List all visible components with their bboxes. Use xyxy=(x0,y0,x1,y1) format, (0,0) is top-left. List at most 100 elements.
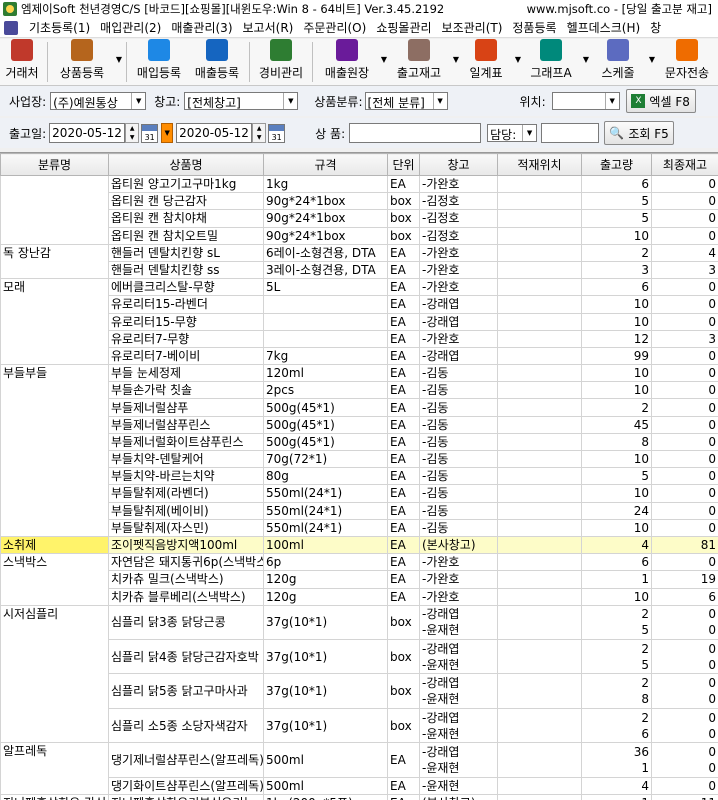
table-row[interactable]: 부들제너럴화이트샴푸린스 500g(45*1) EA -김동 8 0 xyxy=(1,432,718,452)
table-row[interactable]: 부들치약-바르는치약 80g EA -김동 5 0 xyxy=(1,467,718,486)
table-row[interactable]: 심플리 닭4종 닭당근감자호박 37g(10*1) box -강래엽 -윤재현 2 5 0 0 xyxy=(1,639,718,675)
menu-item-3[interactable]: 보고서(R) xyxy=(238,19,299,36)
menu-item-2[interactable]: 매출관리(3) xyxy=(166,19,237,36)
column-header-7[interactable]: 최종재고 xyxy=(651,153,718,176)
menu-item-1[interactable]: 매입관리(2) xyxy=(95,19,166,36)
toolbar-button-graph[interactable]: 그래프A ▼ xyxy=(522,39,589,85)
cell-상품명: 심플리 닭4종 닭당근감자호박 xyxy=(108,639,264,675)
table-row[interactable]: 유로리터15-무향 EA -강래엽 10 0 xyxy=(1,312,718,331)
cell-최종재고: 0 xyxy=(651,295,718,314)
dropdown-arrow-icon[interactable]: ▼ xyxy=(381,55,387,64)
chevron-down-icon[interactable]: ▼ xyxy=(283,93,298,109)
menu-item-0[interactable]: 기초등록(1) xyxy=(24,19,95,36)
date-to-input[interactable]: 2020-05-12 xyxy=(176,123,253,143)
chevron-down-icon[interactable]: ▼ xyxy=(131,93,146,109)
menu-item-5[interactable]: 쇼핑몰관리 xyxy=(371,19,436,36)
table-row[interactable]: 부들탈취제(라벤더) 550ml(24*1) EA -김동 10 0 xyxy=(1,484,718,503)
column-header-3[interactable]: 단위 xyxy=(387,153,420,176)
warehouse-select[interactable]: [전체창고] ▼ xyxy=(184,92,299,110)
table-row[interactable]: 부들제너럴샴푸린스 500g(45*1) EA -김동 45 0 xyxy=(1,415,718,434)
dropdown-arrow-icon[interactable]: ▼ xyxy=(453,55,459,64)
dropdown-arrow-icon[interactable]: ▼ xyxy=(583,55,589,64)
product-input[interactable] xyxy=(349,123,482,143)
table-row[interactable]: 독 장난감 핸들러 덴탈치킨향 sL 6레이-소형견용, DTA EA -가완호 2 4 xyxy=(0,243,718,280)
table-row[interactable]: 유로리터7-무향 EA -가완호 12 3 xyxy=(1,329,718,348)
toolbar-button-expense[interactable]: 경비관리 xyxy=(253,39,309,85)
cell-단위: EA xyxy=(387,312,420,331)
manager-input[interactable] xyxy=(541,123,600,143)
toolbar-button-daily-report[interactable]: 일계표 ▼ xyxy=(460,39,521,85)
dropdown-arrow-icon[interactable]: ▼ xyxy=(649,55,655,64)
table-row[interactable]: 스낵박스 자연담은 돼지통귀6p(스낵박스) 6p EA -가완호 6 0 xyxy=(0,553,718,606)
table-row[interactable]: 모래 에버클크리스탈-무향 5L EA -가완호 6 0 xyxy=(0,278,718,366)
column-header-6[interactable]: 출고량 xyxy=(581,153,652,176)
data-grid[interactable]: 분류명 상품명 규격 단위 창고 적재위치 출고량 최종재고 옵티원 양고기고구마1kg 1kg… xyxy=(0,152,718,800)
toolbar-button-purchase[interactable]: 매입등록 xyxy=(130,39,188,85)
table-row[interactable]: 옵티원 캔 참치오트밀 90g*24*1box box -김정호 10 0 xyxy=(1,226,718,245)
toolbar-button-product-box[interactable]: 상품등록 ▼ xyxy=(51,39,122,85)
table-row[interactable]: 댕기화이트샴푸린스(알프레독) 500ml EA -윤재현 4 0 xyxy=(1,776,718,795)
table-row[interactable]: 옵티원 캔 당근감자 90g*24*1box box -김정호 5 0 xyxy=(1,192,718,211)
column-header-4[interactable]: 창고 xyxy=(419,153,498,176)
date-from-input[interactable]: 2020-05-12 xyxy=(49,123,126,143)
table-row[interactable]: 옵티원 양고기고구마1kg 1kg EA -가완호 6 0 xyxy=(0,174,718,245)
table-row[interactable]: 소취제 조이펫직음방지액100ml 100ml EA (본사창고) 4 81 xyxy=(0,535,718,555)
column-header-2[interactable]: 규격 xyxy=(263,153,388,176)
table-row[interactable]: 부들치약-덴탈케어 70g(72*1) EA -김동 10 0 xyxy=(1,449,718,469)
date-to-spinner[interactable]: ▲ ▼ xyxy=(252,123,267,143)
calendar-icon[interactable]: 31 xyxy=(141,123,159,143)
table-row[interactable]: 부들탈취제(베이비) 550ml(24*1) EA -김동 24 0 xyxy=(1,501,718,520)
menu-item-6[interactable]: 보조관리(T) xyxy=(437,19,508,36)
table-row[interactable]: 시저심플리 심플리 닭3종 닭당근콩 37g(10*1) box -강래엽 -윤재현 2 5 0… xyxy=(0,604,718,744)
toolbar-button-schedule[interactable]: 스케줄 ▼ xyxy=(590,39,655,85)
table-row[interactable]: 부들탈취제(자스민) 550ml(24*1) EA -김동 10 0 xyxy=(1,518,718,537)
system-menu-icon[interactable] xyxy=(4,20,18,35)
table-row[interactable]: 지니펫홍삼함유 간식지니펫홍삼함유기본식유기농1kg(200g*5포)EA(본사… xyxy=(0,793,718,800)
cell-규격: 37g(10*1) xyxy=(263,604,388,641)
location-select[interactable]: ▼ xyxy=(551,92,620,110)
cell-규격: 3레이-소형견용, DTA xyxy=(263,260,388,280)
cell-상품명: 부들치약-덴탈케어 xyxy=(108,449,264,469)
table-row[interactable]: 부들부들 부들 눈세정제 120ml EA -김동 10 0 xyxy=(0,364,718,537)
menu-item-8[interactable]: 헬프데스크(H) xyxy=(562,19,646,36)
column-header-1[interactable]: 상품명 xyxy=(108,153,264,176)
date-from-spinner[interactable]: ▲ ▼ xyxy=(125,123,140,143)
table-row[interactable]: 치카츄 밀크(스낵박스) 120g EA -가완호 1 19 xyxy=(1,570,718,589)
business-select[interactable]: (주)예원통상 ▼ xyxy=(50,92,147,110)
chevron-down-icon[interactable]: ▼ xyxy=(604,93,619,109)
cell-출고량: 25 xyxy=(581,639,652,675)
table-row[interactable]: 옵티원 캔 참치야채 90g*24*1box box -김정호 5 0 xyxy=(1,209,718,228)
chevron-down-icon[interactable]: ▼ xyxy=(432,93,447,109)
calendar-icon[interactable]: 31 xyxy=(268,123,286,143)
table-row[interactable]: 심플리 소5종 소당자색감자 37g(10*1) box -강래엽 -윤재현 2 6 0 0 xyxy=(1,707,718,744)
cell-단위: EA xyxy=(387,329,420,348)
excel-button[interactable]: X 엑셀 F8 xyxy=(625,89,696,113)
column-header-0[interactable]: 분류명 xyxy=(0,153,109,176)
dropdown-arrow-icon[interactable]: ▼ xyxy=(116,55,122,64)
table-row[interactable]: 치카츄 블루베리(스낵박스) 120g EA -가완호 10 6 xyxy=(1,587,718,606)
date-range-arrow-icon[interactable]: ▼ xyxy=(161,123,174,143)
table-row[interactable]: 알프레독 댕기제너럴샴푸린스(알프레독) 500ml EA -강래엽 -윤재현 36 1 0 0 xyxy=(0,742,718,795)
menu-item-9[interactable]: 창 xyxy=(645,19,666,36)
chevron-down-icon[interactable]: ▼ xyxy=(522,125,537,141)
column-header-5[interactable]: 적재위치 xyxy=(497,153,582,176)
search-button[interactable]: 🔍 조회 F5 xyxy=(604,121,675,145)
menu-item-7[interactable]: 정품등록 xyxy=(507,19,561,36)
dropdown-arrow-icon[interactable]: ▼ xyxy=(515,55,521,64)
cell-적재위치 xyxy=(497,449,582,469)
toolbar-button-client[interactable]: 거래처 xyxy=(0,39,44,85)
menu-item-4[interactable]: 주문관리(O) xyxy=(298,19,371,36)
table-row[interactable]: 유로리터15-라벤더 EA -강래엽 10 0 xyxy=(1,295,718,314)
table-row[interactable]: 유로리터7-베이비 7kg EA -강래엽 99 0 xyxy=(1,346,718,366)
manager-select[interactable]: 담당: ▼ xyxy=(487,124,538,142)
table-row[interactable]: 핸들러 덴탈치킨향 ss 3레이-소형견용, DTA EA -가완호 3 3 xyxy=(1,260,718,280)
table-row[interactable]: 심플리 닭5종 닭고구마사과 37g(10*1) box -강래엽 -윤재현 2 8 0 0 xyxy=(1,673,718,709)
toolbar-button-ledger[interactable]: 매출원장 ▼ xyxy=(316,39,387,85)
toolbar-button-shipment-stock[interactable]: 출고재고 ▼ xyxy=(388,39,459,85)
table-row[interactable]: 부들손가락 칫솔 2pcs EA -김동 10 0 xyxy=(1,381,718,400)
cell-규격: 6p xyxy=(263,553,388,572)
toolbar-button-sales[interactable]: 매출등록 xyxy=(188,39,246,85)
category-select[interactable]: [전체 분류] ▼ xyxy=(364,92,448,110)
table-row[interactable]: 부들제너럴샴푸 500g(45*1) EA -김동 2 0 xyxy=(1,398,718,417)
toolbar-button-sms[interactable]: 문자전송 xyxy=(656,39,718,85)
